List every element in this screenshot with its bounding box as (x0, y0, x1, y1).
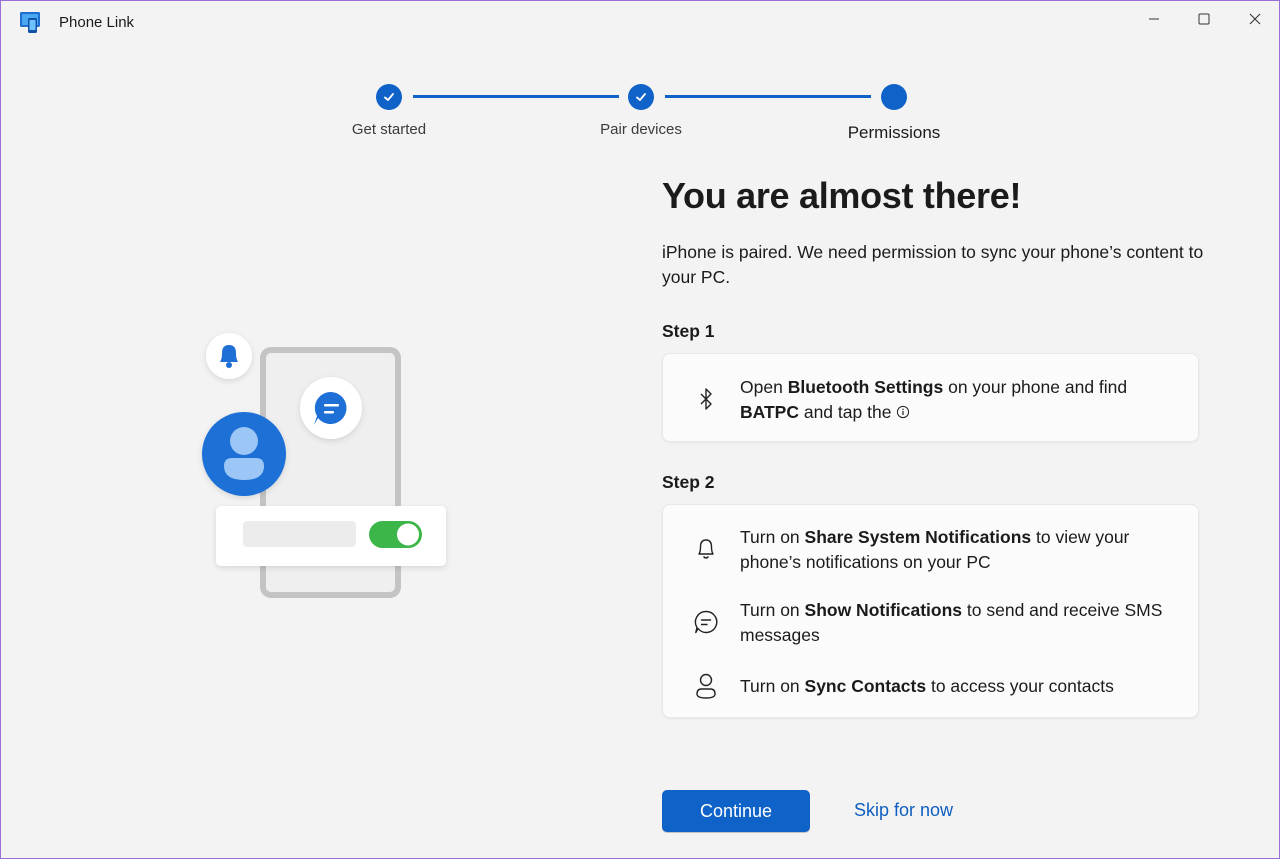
page-heading: You are almost there! (662, 175, 1022, 216)
step-label-pair-devices: Pair devices (600, 121, 682, 138)
text-part: Open (740, 377, 788, 397)
chat-icon (691, 607, 721, 637)
text-bold: Show Notifications (804, 600, 963, 620)
step-connector-1 (413, 95, 619, 98)
instruction-bluetooth-text: Open Bluetooth Settings on your phone an… (740, 375, 1180, 425)
text-bold: Sync Contacts (804, 676, 927, 696)
step2-card: Turn on Share System Notifications to vi… (662, 504, 1199, 718)
instruction-share-notifications-text: Turn on Share System Notifications to vi… (740, 525, 1180, 575)
text-part: Turn on (740, 600, 805, 620)
step-pair-devices-check-icon (628, 84, 654, 110)
setup-progress-stepper: Get started Pair devices Permissions (1, 1, 1279, 151)
person-icon (691, 671, 721, 701)
intro-text: iPhone is paired. We need permission to … (662, 242, 1204, 287)
phone-link-window: Phone Link Get started Pair devices Perm… (0, 0, 1280, 859)
instruction-sync-contacts-text: Turn on Sync Contacts to access your con… (740, 674, 1180, 699)
text-bold: Bluetooth Settings (787, 377, 944, 397)
text-part: Turn on (740, 527, 805, 547)
step-connector-2 (665, 95, 871, 98)
bell-icon (691, 534, 721, 564)
instruction-show-notifications-text: Turn on Show Notifications to send and r… (740, 598, 1180, 648)
step-label-get-started: Get started (351, 121, 427, 138)
step-label-permissions: Permissions (847, 123, 941, 142)
step1-card: Open Bluetooth Settings on your phone an… (662, 353, 1199, 442)
continue-button[interactable]: Continue (662, 790, 810, 832)
text-part: and tap the (798, 402, 897, 422)
permissions-illustration (196, 326, 456, 606)
text-part: to access your contacts (926, 676, 1114, 696)
step-permissions-current-dot (881, 84, 907, 110)
text-bold: Share System Notifications (804, 527, 1032, 547)
info-icon (897, 405, 910, 419)
skip-for-now-link[interactable]: Skip for now (854, 800, 953, 821)
bluetooth-icon (691, 384, 721, 414)
step-get-started-check-icon (376, 84, 402, 110)
text-part: Turn on (740, 676, 805, 696)
step2-title: Step 2 (662, 472, 715, 492)
step1-title: Step 1 (662, 321, 715, 341)
text-bold: BATPC (740, 402, 799, 422)
text-part: on your phone and find (943, 377, 1128, 397)
